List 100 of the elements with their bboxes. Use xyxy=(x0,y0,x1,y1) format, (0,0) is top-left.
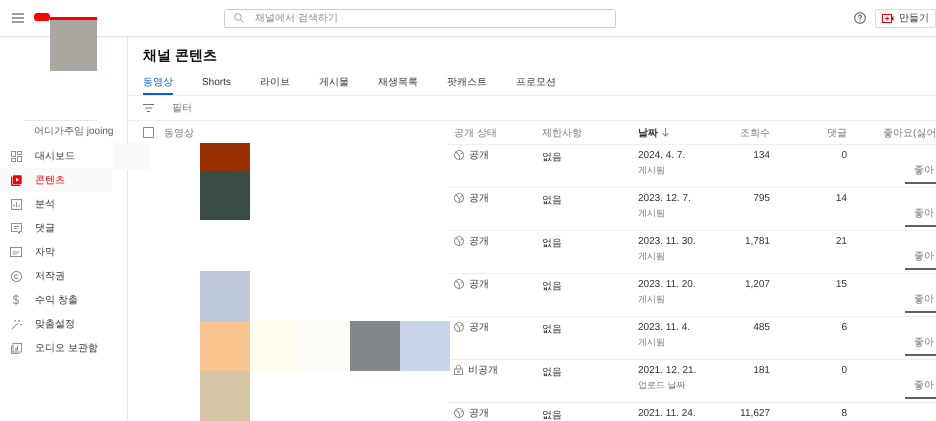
help-icon[interactable] xyxy=(854,12,866,24)
visibility-status: 공개 xyxy=(469,408,489,419)
visibility-status: 공개 xyxy=(469,193,489,204)
table-cell: 795 xyxy=(753,193,770,204)
audio-library-icon xyxy=(10,342,22,354)
table-cell: 없음 xyxy=(542,152,562,163)
likes-label: 좋아 xyxy=(914,336,934,349)
date-note: 게시됨 xyxy=(638,250,665,263)
visibility-status: 공개 xyxy=(469,279,489,290)
create-button[interactable]: 만들기 xyxy=(875,8,936,28)
page-title: 채널 콘텐츠 xyxy=(143,47,217,65)
play-square-icon xyxy=(10,174,22,186)
table-cell: 15 xyxy=(836,279,847,290)
date-text: 2023. 11. 20. xyxy=(638,279,696,290)
redaction-block xyxy=(113,143,150,170)
table-cell: 1,207 xyxy=(744,279,770,290)
globe-icon xyxy=(454,322,464,332)
tab[interactable]: 라이브 xyxy=(260,71,290,95)
copyright-icon xyxy=(10,270,22,282)
table-cell: 485 xyxy=(753,322,770,333)
table-cell: 181 xyxy=(753,365,770,376)
table-cell: 없음 xyxy=(542,324,562,335)
lock-icon xyxy=(454,365,463,375)
globe-icon xyxy=(454,150,464,160)
visibility-status: 비공개 xyxy=(468,365,498,376)
column-header[interactable]: 동영상 xyxy=(164,126,194,140)
sidebar-item[interactable]: 댓글 xyxy=(0,216,112,240)
tab[interactable]: 재생목록 xyxy=(378,71,418,95)
table-cell: 없음 xyxy=(542,367,562,378)
column-header[interactable]: 제한사항 xyxy=(542,126,638,140)
table-cell: 11,627 xyxy=(740,408,770,419)
column-header[interactable]: 공개 상태 xyxy=(448,126,542,140)
date-note: 업로드 날짜 xyxy=(638,379,686,392)
tab[interactable]: 동영상 xyxy=(143,71,173,95)
date-text: 2023. 11. 4. xyxy=(638,322,690,333)
table-cell: 8 xyxy=(841,408,847,419)
date-note: 게시됨 xyxy=(638,293,665,306)
channel-name: 어디가주임 jooing xyxy=(33,125,114,139)
redaction-block xyxy=(350,321,400,371)
comment-icon xyxy=(10,222,22,234)
date-note: 게시됨 xyxy=(638,164,665,177)
sidebar-item[interactable]: 맞춤설정 xyxy=(0,312,112,336)
logo-icon[interactable] xyxy=(34,13,50,21)
date-note: 게시됨 xyxy=(638,336,665,349)
bar-chart-icon xyxy=(10,198,22,210)
search-icon xyxy=(234,13,244,23)
table-cell: 21 xyxy=(836,236,847,247)
likes-label: 좋아 xyxy=(914,207,934,220)
visibility-status: 공개 xyxy=(469,236,489,247)
column-header[interactable]: 조회수 xyxy=(720,126,775,140)
sidebar-item[interactable]: 저작권 xyxy=(0,264,112,288)
visibility-status: 공개 xyxy=(469,322,489,333)
redaction-block xyxy=(200,321,250,371)
table-cell: 0 xyxy=(841,365,847,376)
date-note: 게시됨 xyxy=(638,207,665,220)
column-header[interactable]: 날짜 xyxy=(638,126,720,140)
tab[interactable]: 팟캐스트 xyxy=(446,71,487,95)
table-cell: 없음 xyxy=(542,238,562,249)
redaction-block xyxy=(250,321,300,371)
date-text: 2024. 4. 7. xyxy=(638,150,686,161)
table-cell: 없음 xyxy=(542,281,562,292)
checkbox[interactable] xyxy=(143,127,154,138)
column-header[interactable]: 댓글 xyxy=(775,126,852,140)
tab[interactable]: 프로모션 xyxy=(516,71,556,95)
sidebar-item[interactable]: 자막 xyxy=(0,240,112,264)
table-cell: 6 xyxy=(841,322,847,333)
tab[interactable]: Shorts xyxy=(202,71,231,95)
search-field[interactable]: 채널에서 검색하기 xyxy=(224,8,616,28)
table-cell: 14 xyxy=(836,193,847,204)
table-cell: 134 xyxy=(753,150,770,161)
table-cell: 없음 xyxy=(542,410,562,421)
globe-icon xyxy=(454,193,464,203)
video-plus-icon xyxy=(882,14,894,22)
subtitles-icon xyxy=(10,247,22,257)
magic-wand-icon xyxy=(10,318,22,330)
redaction-block xyxy=(300,321,350,371)
globe-icon xyxy=(454,279,464,289)
sidebar-item[interactable]: 대시보드 xyxy=(0,144,112,168)
likes-label: 좋아 xyxy=(914,379,934,392)
redaction-block xyxy=(400,321,450,371)
date-text: 2023. 11. 30. xyxy=(638,236,696,247)
date-text: 2021. 12. 21. xyxy=(638,365,696,376)
sidebar-item[interactable]: 콘텐츠 xyxy=(0,168,112,192)
sort-down-icon[interactable] xyxy=(662,128,669,137)
likes-label: 좋아 xyxy=(914,164,934,177)
date-text: 2021. 11. 24. xyxy=(638,408,696,419)
likes-label: 좋아 xyxy=(914,250,934,263)
column-header[interactable]: 좋아요(싫어 xyxy=(852,126,936,140)
likes-label: 좋아 xyxy=(914,293,934,306)
menu-icon[interactable] xyxy=(12,13,24,23)
sidebar-item[interactable]: 오디오 보관함 xyxy=(0,336,112,360)
redaction-block xyxy=(200,271,250,321)
visibility-status: 공개 xyxy=(469,150,489,161)
dashboard-icon xyxy=(10,150,22,162)
filter-icon[interactable] xyxy=(143,104,154,112)
table-cell: 0 xyxy=(841,150,847,161)
redaction-block xyxy=(200,371,250,421)
sidebar-item[interactable]: 분석 xyxy=(0,192,112,216)
sidebar-item[interactable]: 수익 창출 xyxy=(0,288,112,312)
tab[interactable]: 게시물 xyxy=(318,71,349,95)
